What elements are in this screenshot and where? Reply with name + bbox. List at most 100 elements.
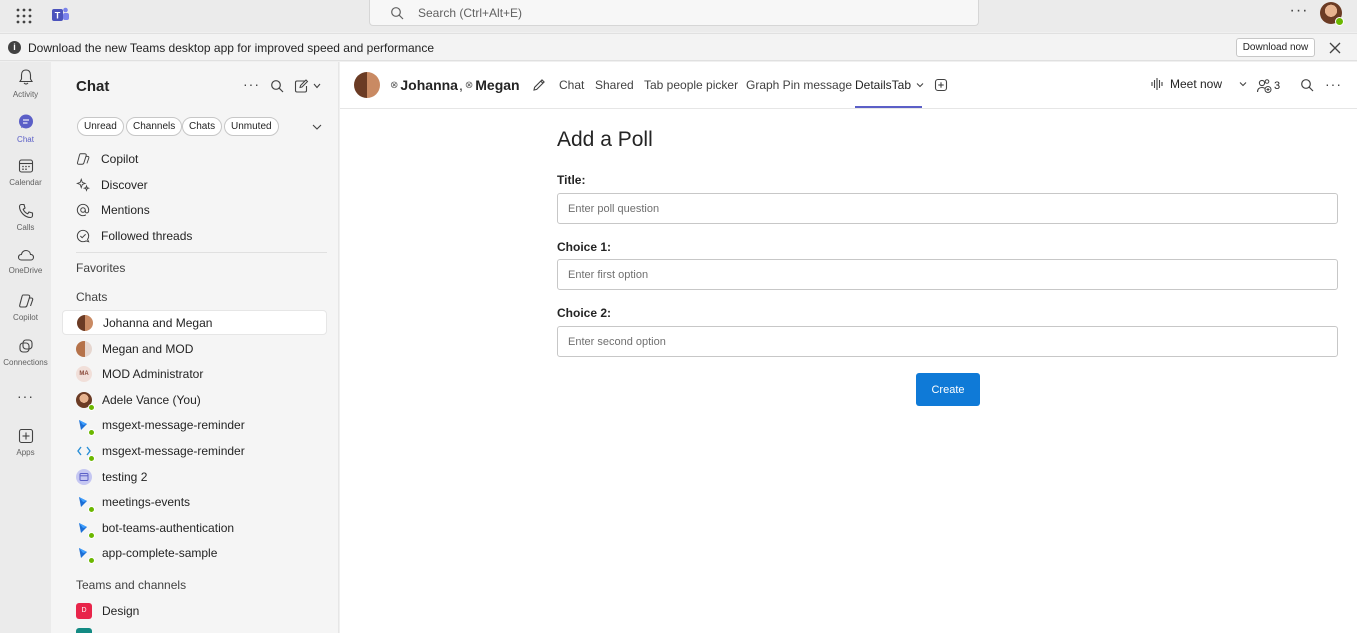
rail-label: Connections	[3, 358, 48, 367]
bot-avatar	[76, 494, 95, 513]
create-button[interactable]: Create	[916, 373, 980, 406]
chat-list-panel: Chat ··· Unread Channels Chats Unmuted C…	[51, 62, 339, 633]
nav-item-mentions[interactable]: Mentions	[76, 200, 150, 220]
info-icon: i	[8, 41, 21, 54]
teams-logo-icon: T	[50, 5, 70, 25]
divider	[76, 252, 327, 253]
chat-name: msgext-message-reminder	[102, 417, 245, 432]
chat-item-johanna-megan[interactable]: Johanna and Megan	[62, 310, 327, 335]
download-now-button[interactable]: Download now	[1236, 38, 1315, 57]
filter-unmuted[interactable]: Unmuted	[224, 117, 279, 136]
user-avatar[interactable]	[1320, 2, 1344, 26]
filter-unread[interactable]: Unread	[77, 117, 124, 136]
chevron-down-icon[interactable]	[311, 121, 323, 133]
app-launcher-icon[interactable]	[14, 6, 34, 26]
favorites-header[interactable]: Favorites	[76, 261, 125, 275]
choice1-label: Choice 1:	[557, 240, 612, 254]
chat-icon	[18, 114, 33, 129]
participant-name[interactable]: Johanna	[400, 77, 458, 93]
teams-channels-header[interactable]: Teams and channels	[76, 578, 186, 592]
rail-label: Calls	[16, 223, 35, 232]
add-tab-icon[interactable]	[934, 78, 948, 92]
rail-label: Calendar	[9, 178, 42, 187]
tab-chat[interactable]: Chat	[559, 78, 584, 92]
chat-name: Adele Vance (You)	[102, 392, 201, 407]
more-options-button[interactable]: ···	[243, 76, 259, 92]
participant-name[interactable]: Megan	[475, 77, 519, 93]
download-banner: i Download the new Teams desktop app for…	[0, 33, 1357, 61]
chat-item-megan-mod[interactable]: Megan and MOD	[62, 336, 327, 361]
filter-channels[interactable]: Channels	[126, 117, 183, 136]
copilot-icon	[76, 153, 90, 165]
team-item-design[interactable]: D Design	[62, 598, 327, 623]
chevron-down-icon	[916, 83, 924, 88]
presence-available-icon	[88, 505, 95, 513]
blocked-icon: ⊗	[464, 79, 474, 91]
rail-item-connections[interactable]: Connections	[0, 338, 51, 380]
chevron-down-icon[interactable]	[1238, 79, 1248, 89]
tab-graph-pin-message[interactable]: Graph Pin message	[746, 78, 852, 92]
rail-item-chat[interactable]: Chat	[0, 113, 51, 155]
chat-name: bot-teams-authentication	[102, 520, 235, 535]
poll-heading: Add a Poll	[557, 128, 653, 151]
rail-item-activity[interactable]: Activity	[0, 68, 51, 110]
connections-icon	[18, 339, 33, 353]
nav-item-copilot[interactable]: Copilot	[76, 149, 138, 169]
close-icon[interactable]	[1328, 41, 1342, 55]
more-apps-button[interactable]: ···	[0, 388, 51, 404]
presence-available-icon	[88, 428, 95, 436]
tab-label: DetailsTab	[855, 78, 912, 92]
compose-icon	[294, 79, 321, 93]
chat-item-app-complete-sample[interactable]: app-complete-sample	[62, 540, 327, 565]
app-rail: Activity Chat Calendar Calls OneDrive Co…	[0, 62, 51, 633]
chat-item-bot-teams-authentication[interactable]: bot-teams-authentication	[62, 515, 327, 540]
rail-item-onedrive[interactable]: OneDrive	[0, 248, 51, 290]
new-chat-button[interactable]	[294, 79, 324, 93]
chat-item-meetings-events[interactable]: meetings-events	[62, 489, 327, 514]
chat-item-msgext-reminder-2[interactable]: msgext-message-reminder	[62, 438, 327, 463]
filter-chats[interactable]: Chats	[182, 117, 223, 136]
avatar-initials: MA	[76, 365, 92, 382]
bot-avatar	[76, 545, 95, 564]
rail-label: Activity	[12, 90, 39, 99]
tab-detailstab[interactable]: DetailsTab	[855, 78, 925, 92]
poll-question-input[interactable]	[557, 193, 1338, 224]
team-avatar[interactable]	[76, 628, 92, 633]
meet-now-button[interactable]: Meet now	[1150, 77, 1248, 91]
avatar	[76, 391, 95, 411]
chat-name: Johanna and Megan	[103, 315, 213, 330]
banner-message: Download the new Teams desktop app for i…	[28, 41, 435, 55]
search-icon[interactable]	[270, 79, 284, 93]
nav-label: Followed threads	[101, 229, 193, 243]
settings-more-button[interactable]: ···	[1288, 3, 1310, 22]
chat-item-msgext-reminder-1[interactable]: msgext-message-reminder	[62, 412, 327, 437]
participant-count: 3	[1274, 80, 1281, 92]
rail-item-apps[interactable]: Apps	[0, 428, 51, 470]
choice2-input[interactable]	[557, 326, 1338, 357]
more-options-button[interactable]: ···	[1325, 76, 1342, 92]
tab-shared[interactable]: Shared	[595, 78, 634, 92]
presence-available-icon	[1335, 17, 1344, 26]
nav-item-followed-threads[interactable]: Followed threads	[76, 226, 192, 246]
choice1-input[interactable]	[557, 259, 1338, 290]
chat-item-testing-2[interactable]: testing 2	[62, 464, 327, 489]
edit-name-icon[interactable]	[532, 78, 546, 92]
tab-people-picker[interactable]: Tab people picker	[644, 78, 738, 92]
chats-header[interactable]: Chats	[76, 290, 107, 304]
chat-name: Megan and MOD	[102, 341, 194, 356]
nav-label: Discover	[101, 178, 148, 192]
participants-button[interactable]: 3	[1256, 78, 1280, 94]
search-box[interactable]: Search (Ctrl+Alt+E)	[369, 0, 979, 26]
title-bar: T Search (Ctrl+Alt+E) ···	[0, 0, 1357, 32]
rail-item-calendar[interactable]: Calendar	[0, 158, 51, 200]
rail-item-calls[interactable]: Calls	[0, 203, 51, 245]
chat-item-mod-administrator[interactable]: MA MOD Administrator	[62, 361, 327, 386]
phone-icon	[18, 203, 33, 219]
meet-now-label: Meet now	[1170, 77, 1223, 91]
search-icon[interactable]	[1300, 78, 1314, 92]
group-avatar	[354, 72, 380, 98]
add-apps-icon	[18, 428, 33, 444]
nav-item-discover[interactable]: Discover	[76, 175, 148, 195]
rail-item-copilot[interactable]: Copilot	[0, 293, 51, 335]
chat-item-adele-vance[interactable]: Adele Vance (You)	[62, 387, 327, 412]
